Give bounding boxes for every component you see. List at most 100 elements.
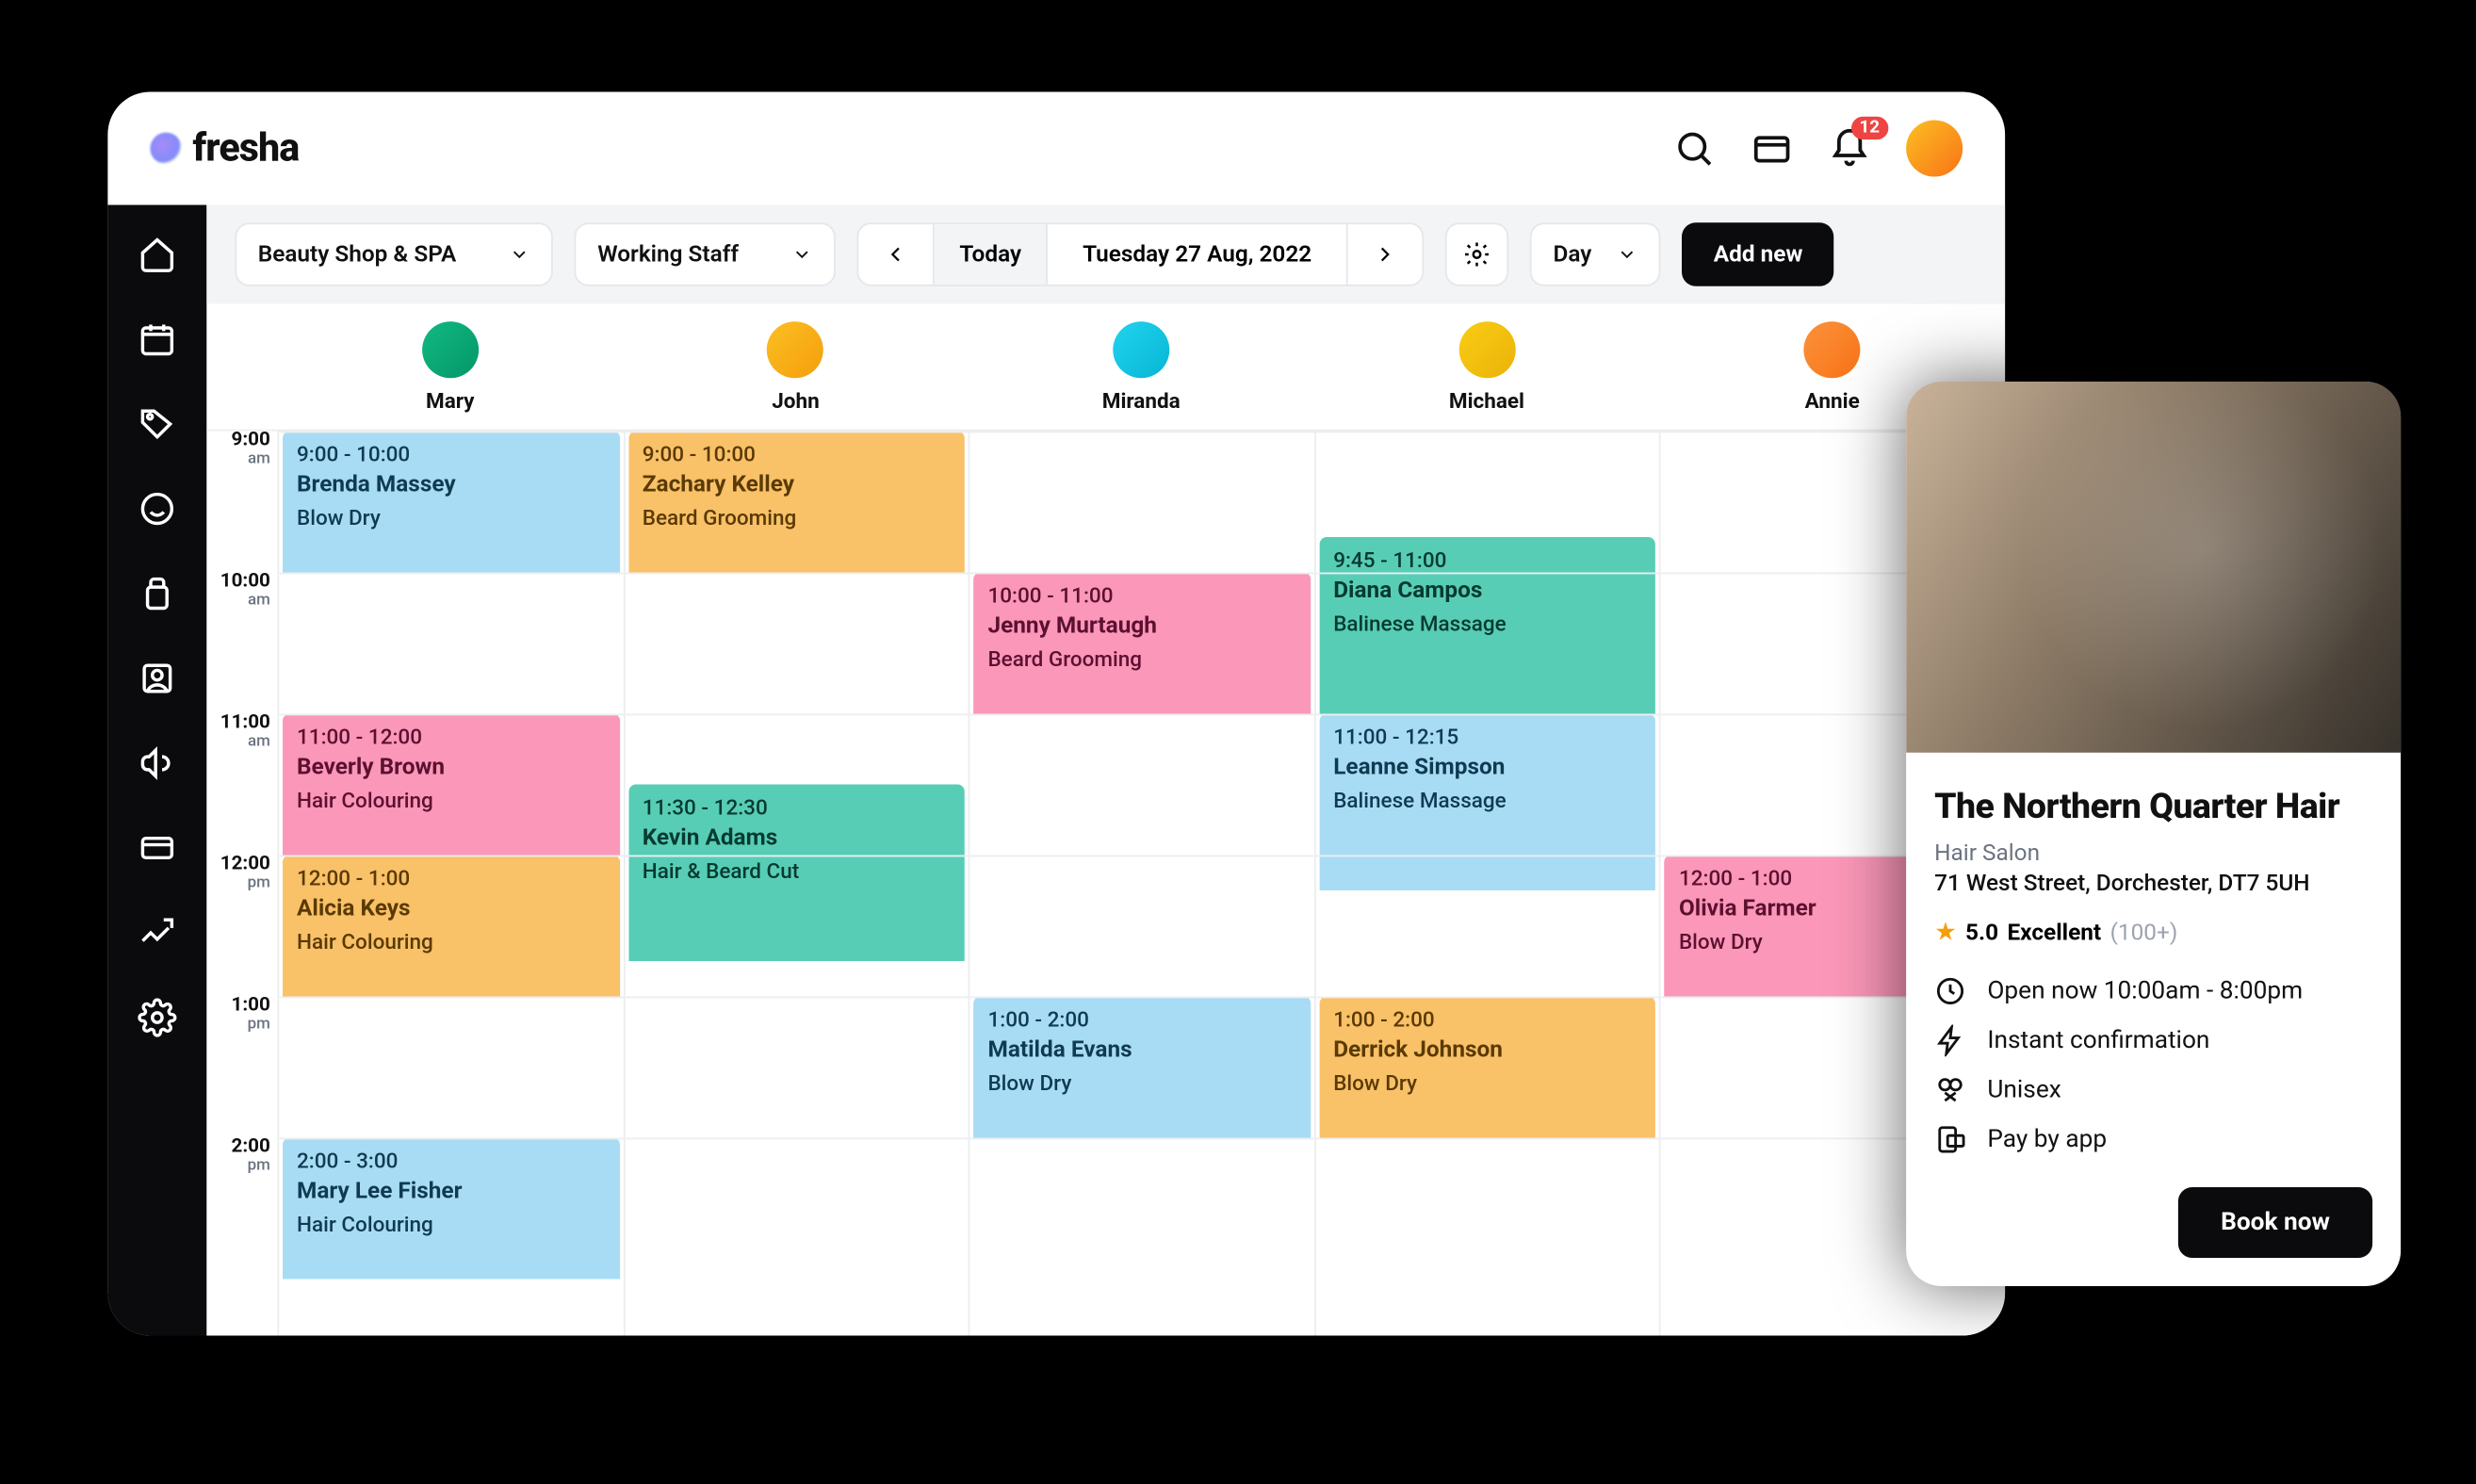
nav-user-icon[interactable] [136, 658, 178, 700]
staff-avatar [767, 320, 823, 377]
appointment-service: Hair Colouring [297, 927, 605, 955]
nav-settings-icon[interactable] [136, 997, 178, 1039]
staff-avatar [1458, 320, 1515, 377]
staff-avatar [1113, 320, 1169, 377]
listing-address: 71 West Street, Dorchester, DT7 5UH [1934, 871, 2372, 897]
appointment-client: Jenny Murtaugh [987, 612, 1295, 643]
appointment[interactable]: 1:00 - 2:00Matilda EvansBlow Dry [973, 997, 1310, 1138]
appointment-client: Beverly Brown [297, 753, 605, 784]
prev-day-button[interactable] [859, 224, 936, 285]
today-button[interactable]: Today [935, 224, 1048, 285]
nav-analytics-icon[interactable] [136, 912, 178, 954]
appointment-service: Balinese Massage [1333, 609, 1641, 637]
appointment-client: Diana Campos [1333, 577, 1641, 608]
notifications-badge: 12 [1850, 117, 1888, 139]
appointment-client: Zachary Kelley [643, 470, 951, 501]
feature-row: Pay by app [1934, 1124, 2372, 1156]
star-icon: ★ [1934, 919, 1957, 947]
time-label: 1:00pm [232, 993, 270, 1034]
appointment-client: Alicia Keys [297, 894, 605, 925]
calendar-grid[interactable]: 9:00am10:00am11:00am12:00pm1:00pm2:00pm … [206, 432, 2005, 1336]
sidenav [107, 205, 206, 1336]
feature-text: Pay by app [1987, 1125, 2107, 1153]
appointment-client: Matilda Evans [987, 1036, 1295, 1067]
appointment-client: Derrick Johnson [1333, 1036, 1641, 1067]
wallet-icon[interactable] [1751, 127, 1793, 170]
toolbar: Beauty Shop & SPA Working Staff Today Tu… [206, 205, 2005, 304]
nav-card-icon[interactable] [136, 827, 178, 870]
appointment-time: 1:00 - 2:00 [987, 1005, 1295, 1034]
logo[interactable]: fresha [150, 126, 299, 171]
feature-row: Instant confirmation [1934, 1025, 2372, 1057]
appointment-service: Hair Colouring [297, 786, 605, 814]
next-day-button[interactable] [1348, 224, 1423, 285]
staff-filter-dropdown[interactable]: Working Staff [575, 222, 836, 286]
view-dropdown[interactable]: Day [1530, 222, 1660, 286]
staff-filter-label: Working Staff [597, 241, 739, 268]
appointment-service: Beard Grooming [643, 503, 951, 531]
chevron-down-icon [1617, 244, 1638, 266]
appointment-service: Hair Colouring [297, 1210, 605, 1238]
listing-title: The Northern Quarter Hair [1934, 785, 2372, 827]
appointment-time: 11:00 - 12:15 [1333, 723, 1641, 751]
staff-column-header[interactable]: Miranda [969, 304, 1314, 430]
appointment[interactable]: 11:30 - 12:30Kevin AdamsHair & Beard Cut [628, 785, 965, 962]
feature-text: Instant confirmation [1987, 1026, 2209, 1054]
staff-column-header[interactable]: Mary [277, 304, 623, 430]
staff-avatar [1804, 320, 1861, 377]
appointment-time: 9:45 - 11:00 [1333, 546, 1641, 574]
search-icon[interactable] [1673, 127, 1716, 170]
appointment[interactable]: 11:00 - 12:00Beverly BrownHair Colouring [283, 714, 619, 856]
listing-card: The Northern Quarter Hair Hair Salon 71 … [1906, 382, 2401, 1286]
listing-image [1906, 382, 2401, 753]
current-date[interactable]: Tuesday 27 Aug, 2022 [1048, 224, 1348, 285]
time-label: 12:00pm [220, 852, 270, 892]
appointment[interactable]: 2:00 - 3:00Mary Lee FisherHair Colouring [283, 1138, 619, 1280]
nav-megaphone-icon[interactable] [136, 742, 178, 785]
appointment-client: Mary Lee Fisher [297, 1177, 605, 1208]
time-label: 11:00am [220, 710, 270, 751]
appointment-time: 12:00 - 1:00 [297, 864, 605, 892]
nav-product-icon[interactable] [136, 573, 178, 615]
listing-rating: ★ 5.0 Excellent (100+) [1934, 919, 2372, 947]
nav-calendar-icon[interactable] [136, 318, 178, 361]
appointment[interactable]: 9:45 - 11:00 Diana CamposBalinese Massage [1319, 537, 1655, 714]
feature-row: Unisex [1934, 1074, 2372, 1106]
location-dropdown[interactable]: Beauty Shop & SPA [235, 222, 553, 286]
time-label: 9:00am [232, 432, 270, 468]
appointment[interactable]: 9:00 - 10:00Brenda MasseyBlow Dry [283, 432, 619, 573]
listing-category: Hair Salon [1934, 841, 2372, 868]
lightning-icon [1934, 1025, 1966, 1057]
appointment[interactable]: 1:00 - 2:00Derrick JohnsonBlow Dry [1319, 997, 1655, 1138]
appointment[interactable]: 12:00 - 1:00Alicia KeysHair Colouring [283, 856, 619, 997]
nav-tag-icon[interactable] [136, 403, 178, 446]
nav-home-icon[interactable] [136, 234, 178, 276]
appointment-time: 2:00 - 3:00 [297, 1147, 605, 1175]
staff-column-header[interactable]: Michael [1314, 304, 1660, 430]
staff-name: John [772, 388, 820, 413]
staff-avatar [422, 320, 479, 377]
appointment-time: 9:00 - 10:00 [643, 440, 951, 468]
appointment-service: Blow Dry [297, 503, 605, 531]
clock-icon [1934, 975, 1966, 1007]
staff-name: Mary [426, 388, 475, 413]
date-navigator: Today Tuesday 27 Aug, 2022 [857, 222, 1425, 286]
unisex-icon [1934, 1074, 1966, 1106]
appointment-time: 11:30 - 12:30 [643, 793, 951, 822]
staff-name: Miranda [1102, 388, 1181, 413]
staff-column-header[interactable]: John [623, 304, 969, 430]
nav-smile-icon[interactable] [136, 488, 178, 530]
calendar-settings-button[interactable] [1445, 222, 1509, 286]
notifications-icon[interactable]: 12 [1829, 127, 1871, 170]
user-avatar[interactable] [1906, 121, 1963, 177]
location-label: Beauty Shop & SPA [258, 241, 456, 268]
view-label: Day [1553, 241, 1591, 268]
appointment[interactable]: 10:00 - 11:00Jenny MurtaughBeard Groomin… [973, 573, 1310, 714]
appointment[interactable]: 11:00 - 12:15Leanne SimpsonBalinese Mass… [1319, 714, 1655, 891]
add-new-button[interactable]: Add new [1682, 222, 1834, 286]
chevron-down-icon [509, 244, 530, 266]
chevron-down-icon [791, 244, 813, 266]
book-now-button[interactable]: Book now [2178, 1187, 2372, 1258]
appointment[interactable]: 9:00 - 10:00Zachary KelleyBeard Grooming [628, 432, 965, 573]
feature-text: Unisex [1987, 1076, 2061, 1104]
